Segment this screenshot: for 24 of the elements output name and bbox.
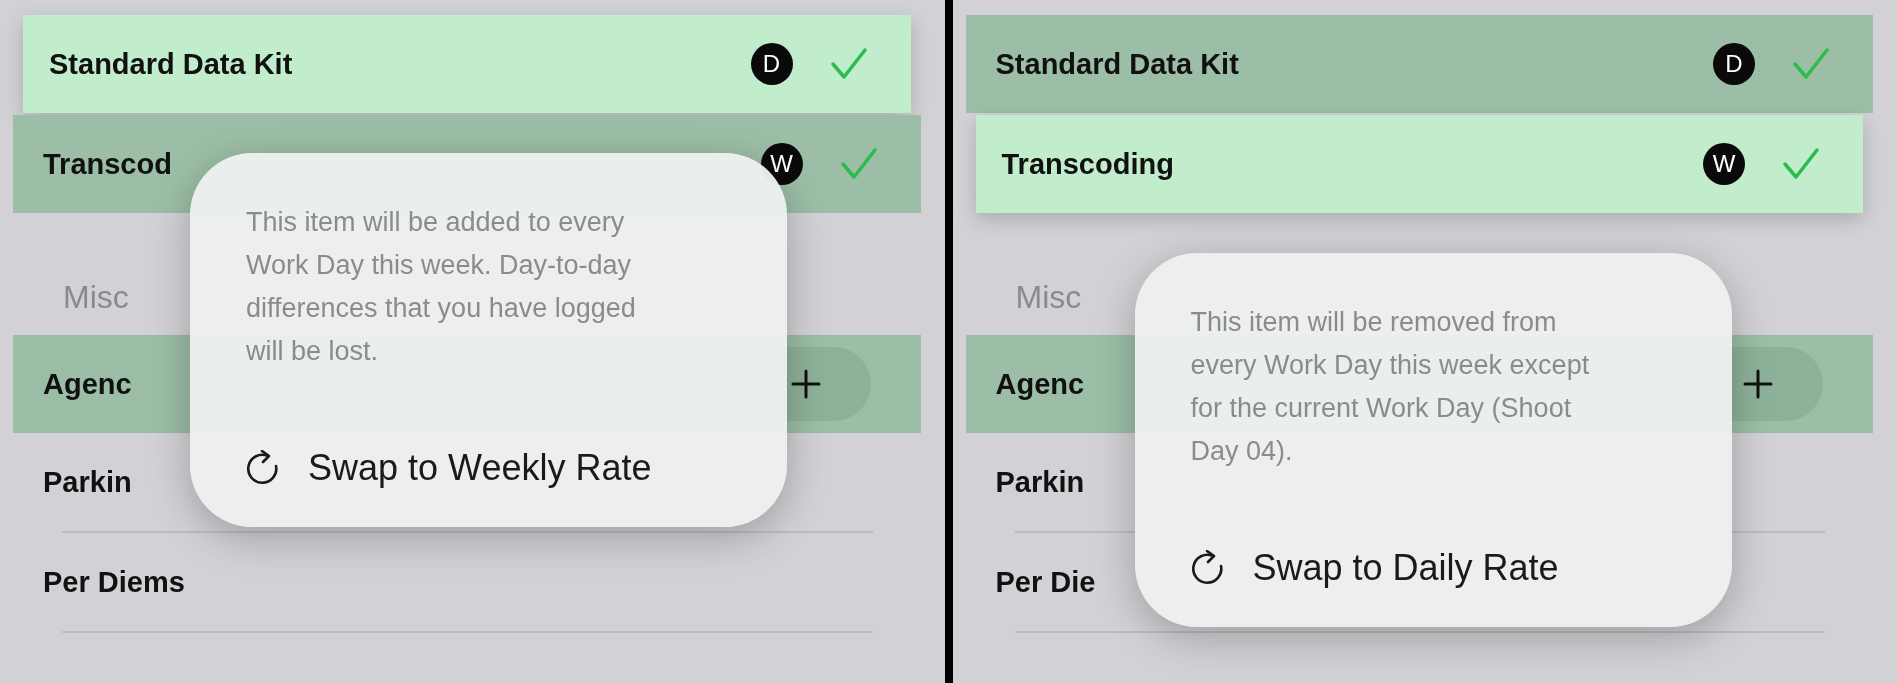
list-row[interactable]: Standard Data Kit D [23, 15, 911, 113]
letter-badge: W [1703, 143, 1745, 185]
row-label: Transcod [43, 147, 173, 181]
list-row[interactable]: Standard Data Kit D [965, 15, 1873, 113]
list-row[interactable]: Transcoding W [975, 115, 1863, 213]
menu-action[interactable]: Swap to Daily Rate [1190, 547, 1692, 589]
menu-action[interactable]: Swap to Weekly Rate [246, 447, 747, 489]
popup-message: This item will be removed from every Work Day this week except for the current Work Day (Shoot Day 04). [1190, 306, 1591, 468]
popup-message: This item will be added to every Work Day this week. Day-to-day differences that you have logged will be lost. [246, 206, 637, 368]
letter-badge: D [750, 43, 793, 85]
plus-icon [790, 369, 821, 399]
refresh-icon [246, 450, 280, 486]
plus-icon [1743, 369, 1773, 399]
row-label: Transcoding [1001, 147, 1175, 181]
row-label: Standard Data Kit [995, 47, 1240, 81]
list-row[interactable]: Per Diems [13, 533, 921, 631]
row-label: Agenc [995, 367, 1085, 401]
row-label: Agenc [43, 367, 132, 401]
refresh-icon [1190, 550, 1225, 586]
section-header: Misc [1015, 278, 1082, 317]
row-label: Per Diems [43, 565, 185, 599]
row-label: Standard Data Kit [49, 47, 294, 81]
letter-badge: D [1713, 43, 1755, 85]
section-header: Misc [63, 278, 129, 317]
